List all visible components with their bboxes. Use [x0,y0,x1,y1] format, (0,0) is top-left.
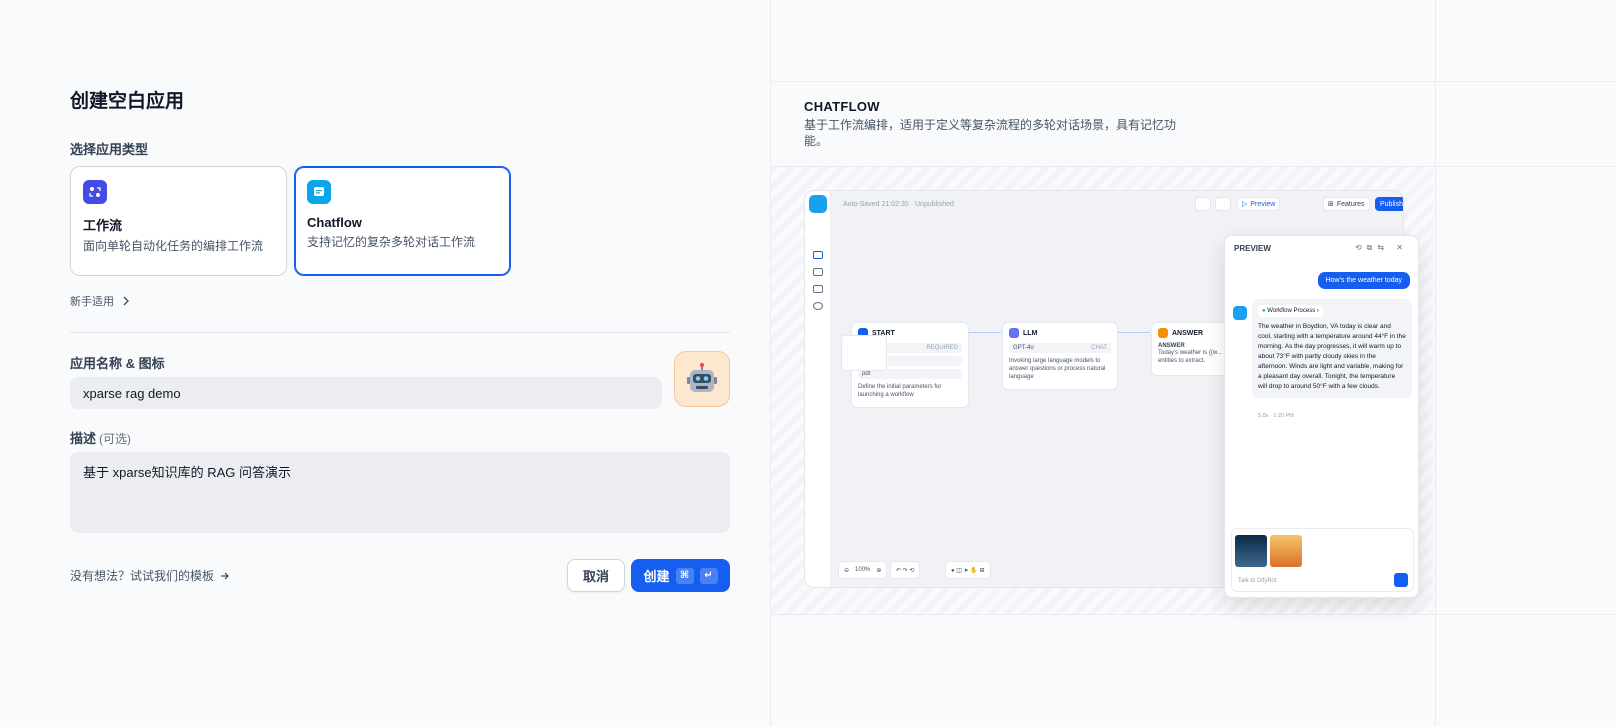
enter-key: ↵ [699,567,718,584]
llm-model: GPT-4o CHAT [1009,343,1111,353]
start-node-desc: Define the initial parameters for launch… [858,384,942,398]
app-name-input[interactable]: xparse rag demo [70,377,662,409]
image-thumbnail [1235,535,1267,567]
chevron-right-icon [123,296,129,306]
panel-icon [813,251,823,259]
type-desc: 面向单轮自动化任务的编排工作流 [83,239,264,253]
llm-node-title: LLM [1023,329,1038,337]
edge [1118,332,1150,333]
panel-title: PREVIEW [1234,244,1271,253]
reply-meta: 5.8s · 1:20 PM [1258,413,1294,419]
cancel-button[interactable]: 取消 [567,559,625,592]
answer-text: Today's weather is {{w... entities to ex… [1158,350,1222,364]
llm-model-name: GPT-4o [1013,345,1034,351]
chat-preview-panel: PREVIEW ⟲⧉⇆ ✕ How's the weather today ● … [1224,235,1419,598]
image-thumbnail [1270,535,1302,567]
canvas-tools: ● ◫ ➤ ✋ ⊞ [945,561,991,579]
create-app-form: 创建空白应用 选择应用类型 工作流 面向单轮自动化任务的编排工作流 Chatfl… [0,0,770,727]
grid-line [1435,0,1436,727]
beginner-toggle[interactable]: 新手适用 [70,293,130,309]
workflow-process-label: Workflow Process [1267,308,1316,314]
chat-input-placeholder: Talk to DifyBot [1238,578,1277,584]
type-name: Chatflow [307,215,362,230]
undo-redo: ↶ ↷ ⟲ [890,561,921,579]
robot-icon [687,363,717,392]
grid-line [771,81,1616,82]
preview-desc: 基于工作流编排，适用于定义等复杂流程的多轮对话场景，具有记忆功能。 [804,118,1177,148]
app-type-label: 选择应用类型 [70,142,149,157]
zoom-controls: ⊖ 100% ⊕ [838,561,888,579]
bot-avatar [1233,306,1247,320]
beginner-label: 新手适用 [70,296,114,308]
type-desc: 支持记忆的复杂多轮对话工作流 [307,235,476,249]
doc-icon [813,285,823,293]
desc-optional: (可选) [99,432,132,446]
answer-node-title: ANSWER [1172,329,1204,337]
workflow-process-badge: ● Workflow Process › [1258,305,1323,317]
publish-button: Publish ▾ [1375,197,1403,211]
arrow-right-icon [221,572,229,579]
send-icon [1394,573,1408,587]
history-icon [1195,197,1211,211]
bot-reply-text: The weather in Boydton, VA today is clea… [1258,323,1406,390]
template-link[interactable]: 没有想法？试试我们的模板 [70,567,230,584]
desc-label: 描述 (可选) [70,428,131,447]
create-label: 创建 [643,569,670,584]
user-message: How's the weather today [1317,272,1410,289]
bot-message: ● Workflow Process › The weather in Boyd… [1252,299,1412,398]
var-tag: REQUIRED [926,345,958,351]
mini-map [841,335,887,371]
layout-icon [1215,197,1231,211]
llm-icon [1009,328,1019,338]
page-title: 创建空白应用 [70,91,185,112]
workflow-icon [83,180,107,204]
publish-button-label: Publish [1380,200,1403,208]
template-link-label: 没有想法？试试我们的模板 [70,569,215,583]
create-button[interactable]: 创建 ⌘ ↵ [631,559,730,592]
features-button-label: Features [1336,200,1365,208]
type-preview-panel: CHATFLOW 基于工作流编排，适用于定义等复杂流程的多轮对话场景，具有记忆功… [770,0,1616,727]
llm-node-desc: Invoking large language models to answer… [1009,358,1106,380]
edge [969,332,1001,333]
globe-icon [813,302,823,310]
panel-actions: ⟲⧉⇆ ✕ [1354,243,1408,252]
cmd-key: ⌘ [675,567,694,584]
preview-button: ▷ Preview [1237,197,1281,211]
app-icon-picker[interactable] [674,351,730,407]
llm-node: LLM GPT-4o CHAT Invoking large language m… [1002,322,1118,390]
preview-button-label: Preview [1250,200,1276,208]
type-card-workflow[interactable]: 工作流 面向单轮自动化任务的编排工作流 [70,166,287,276]
dify-logo-icon [809,195,827,213]
type-name: 工作流 [83,218,123,233]
desc-label-text: 描述 [70,431,97,446]
type-card-chatflow[interactable]: Chatflow 支持记忆的复杂多轮对话工作流 [294,166,511,276]
desc-textarea[interactable]: 基于 xparse知识库的 RAG 问答演示 [70,452,730,533]
chatflow-icon [307,180,331,204]
grid-line [771,614,1616,615]
zoom-level: 100% [855,567,871,573]
features-button: ⊞ Features [1323,197,1370,211]
var-name: pdf [862,371,871,377]
terminal-icon [813,268,823,276]
chat-input-box: Talk to DifyBot [1231,528,1414,592]
mock-sidebar [805,191,831,587]
answer-icon [1158,328,1168,338]
llm-mode: CHAT [1091,345,1107,351]
preview-title: CHATFLOW [804,99,880,114]
autosave-status: Auto-Saved 21:02:35 · Unpublished [843,201,954,208]
divider [70,332,730,333]
app-name-label: 应用名称 & 图标 [70,356,165,371]
